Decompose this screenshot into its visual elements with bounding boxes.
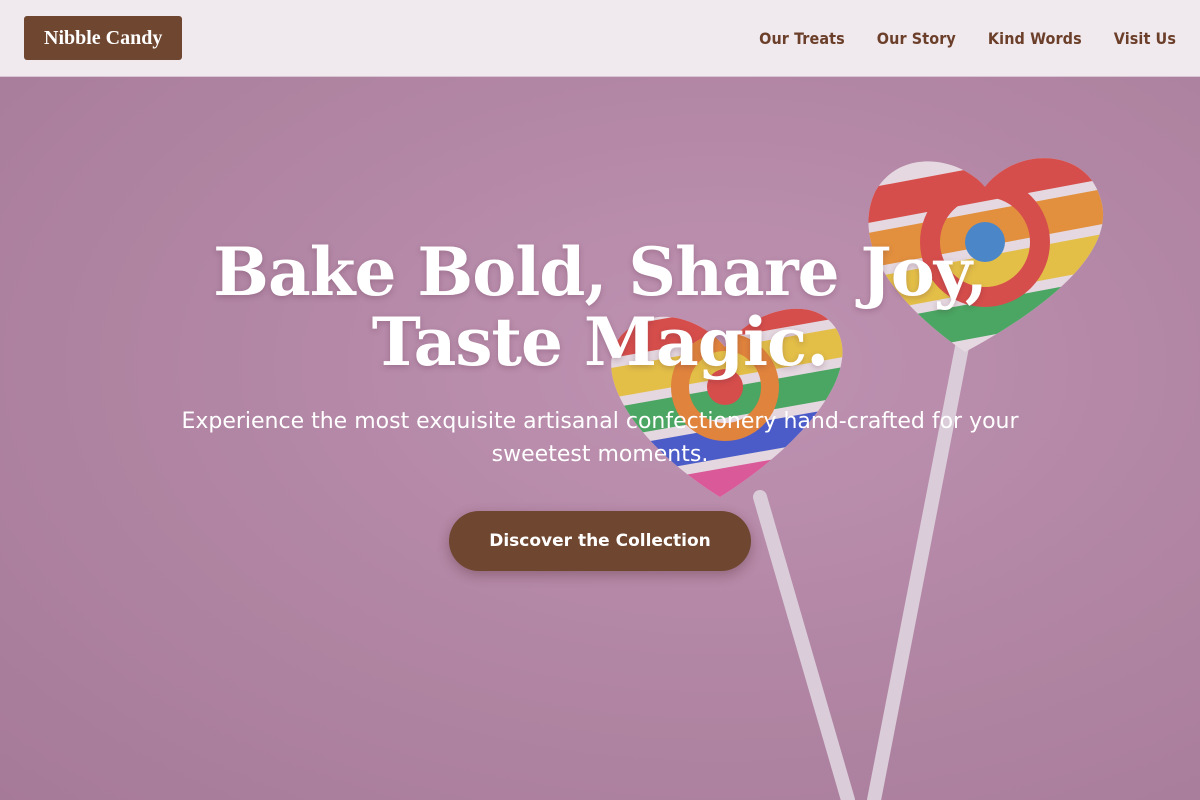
main-nav: Our Treats Our Story Kind Words Visit Us <box>759 29 1176 48</box>
hero-section: Bake Bold, Share Joy, Taste Magic. Exper… <box>0 77 1200 800</box>
discover-collection-button[interactable]: Discover the Collection <box>449 511 751 571</box>
hero-headline-line1: Bake Bold, Share Joy, <box>213 233 988 311</box>
hero-headline-line2: Taste Magic. <box>371 303 829 381</box>
nav-link-our-treats[interactable]: Our Treats <box>759 29 845 48</box>
nav-link-our-story[interactable]: Our Story <box>877 29 956 48</box>
nav-link-kind-words[interactable]: Kind Words <box>988 29 1082 48</box>
top-navbar: Nibble Candy Our Treats Our Story Kind W… <box>0 0 1200 77</box>
nav-link-visit-us[interactable]: Visit Us <box>1114 29 1176 48</box>
hero-headline: Bake Bold, Share Joy, Taste Magic. <box>0 237 1200 377</box>
hero-content: Bake Bold, Share Joy, Taste Magic. Exper… <box>0 237 1200 571</box>
hero-subtext: Experience the most exquisite artisanal … <box>181 409 1019 467</box>
brand-logo[interactable]: Nibble Candy <box>24 16 183 60</box>
